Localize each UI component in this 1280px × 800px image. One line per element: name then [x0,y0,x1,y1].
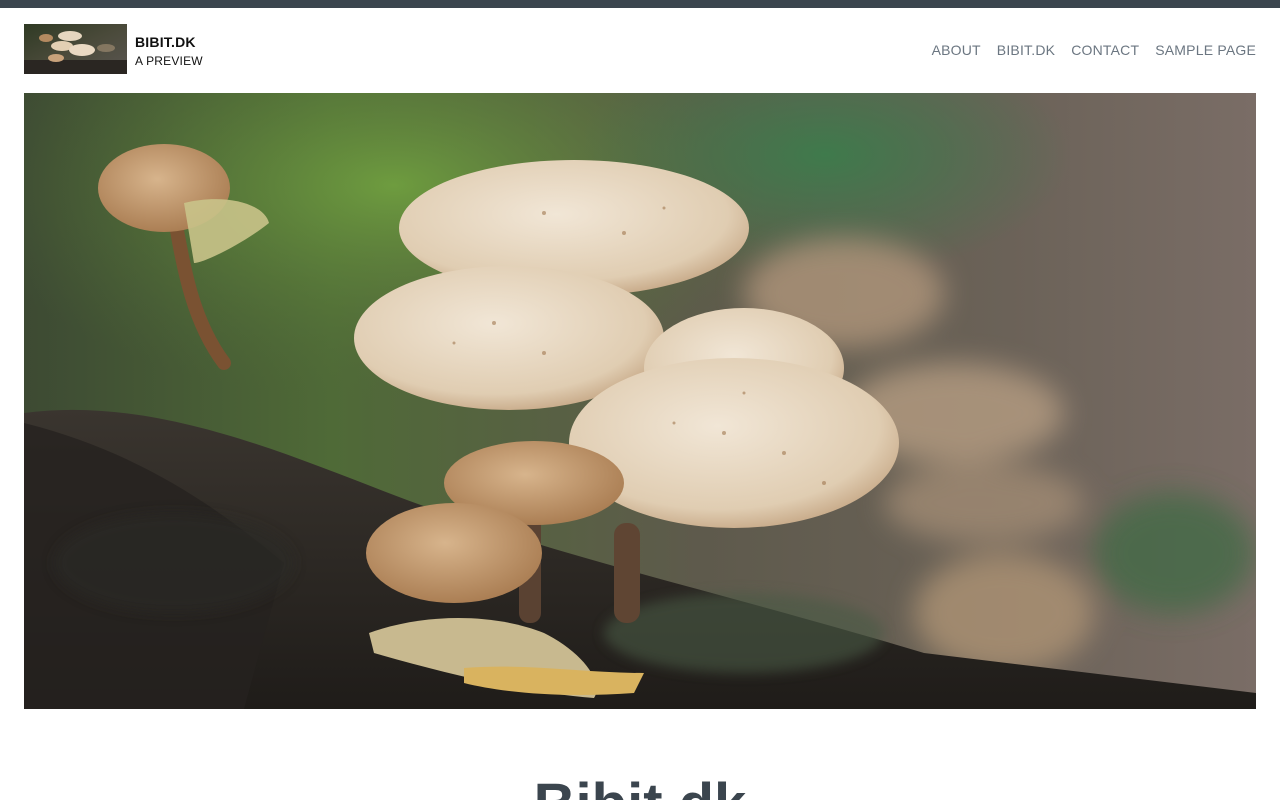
primary-navigation: ABOUT BIBIT.DK CONTACT SAMPLE PAGE [932,41,1256,59]
nav-item-about[interactable]: ABOUT [932,41,981,59]
post-title: Bibit.dk [0,770,1280,800]
site-branding-text: BIBIT.DK A PREVIEW [135,34,255,70]
hero-image [24,93,1256,709]
nav-item-contact[interactable]: CONTACT [1071,41,1139,59]
nav-item-sample-page[interactable]: SAMPLE PAGE [1155,41,1256,59]
site-header: BIBIT.DK A PREVIEW ABOUT BIBIT.DK CONTAC… [24,24,1256,74]
site-tagline: A PREVIEW [135,54,203,68]
top-accent-bar [0,0,1280,8]
nav-item-bibit-dk[interactable]: BIBIT.DK [997,41,1055,59]
site-logo-image [24,24,127,74]
hero-mushroom-photo [24,93,1256,709]
site-title-link[interactable]: BIBIT.DK [135,34,255,50]
site-logo-link[interactable] [24,24,127,74]
site-branding: BIBIT.DK A PREVIEW [24,24,203,74]
